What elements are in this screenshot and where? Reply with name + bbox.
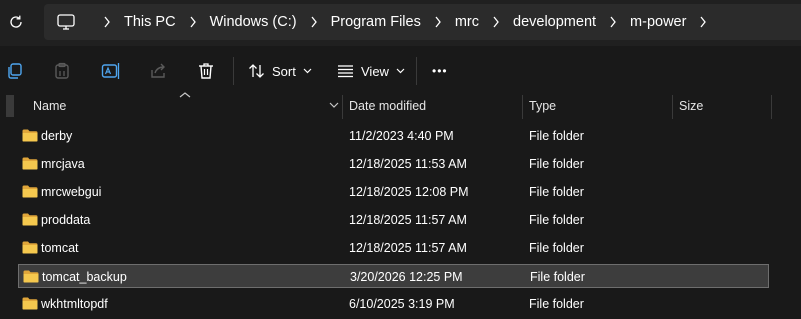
- file-row[interactable]: mrcjava 12/18/2025 11:53 AM File folder: [18, 152, 769, 176]
- column-header-date-label: Date modified: [349, 99, 427, 113]
- share-button[interactable]: [149, 60, 167, 82]
- breadcrumb-program-files[interactable]: Program Files: [331, 14, 421, 30]
- file-row[interactable]: derby 11/2/2023 4:40 PM File folder: [18, 124, 769, 148]
- column-header-name[interactable]: Name: [33, 93, 328, 119]
- column-header-date[interactable]: Date modified: [349, 93, 519, 119]
- chevron-right-icon[interactable]: [431, 15, 445, 29]
- chevron-right-icon[interactable]: [606, 15, 620, 29]
- breadcrumb-development[interactable]: development: [513, 14, 596, 30]
- scrollbar-handle[interactable]: [6, 95, 14, 117]
- chevron-right-icon[interactable]: [186, 15, 200, 29]
- folder-icon: [22, 213, 38, 226]
- breadcrumb-windows-c[interactable]: Windows (C:): [210, 14, 297, 30]
- file-date-modified: 12/18/2025 11:57 AM: [349, 213, 467, 227]
- toolbar-divider: [416, 57, 417, 85]
- folder-icon: [22, 185, 38, 198]
- file-name: proddata: [41, 213, 91, 227]
- paste-button[interactable]: [53, 60, 71, 82]
- file-date-modified: 12/18/2025 12:08 PM: [349, 185, 469, 199]
- folder-icon: [22, 241, 38, 254]
- file-name: tomcat: [41, 241, 79, 255]
- breadcrumb[interactable]: This PC Windows (C:) Program Files mrc d…: [44, 4, 801, 40]
- toolbar-divider: [233, 57, 234, 85]
- folder-icon: [22, 129, 38, 142]
- file-name: mrcjava: [41, 157, 85, 171]
- file-row[interactable]: tomcat_backup 3/20/2026 12:25 PM File fold…: [18, 264, 769, 288]
- file-row[interactable]: mrcwebgui 12/18/2025 12:08 PM File folder: [18, 180, 769, 204]
- file-type: File folder: [529, 297, 584, 311]
- view-icon: [338, 65, 353, 78]
- file-name: derby: [41, 129, 73, 143]
- copy-icon: [8, 63, 22, 79]
- sort-label: Sort: [272, 63, 296, 79]
- file-date-modified: 12/18/2025 11:57 AM: [349, 241, 467, 255]
- chevron-right-icon[interactable]: [100, 15, 114, 29]
- rename-icon: [101, 63, 120, 79]
- file-type: File folder: [529, 241, 584, 255]
- chevron-down-icon: [396, 68, 405, 74]
- chevron-down-icon: [303, 68, 312, 74]
- file-type: File folder: [529, 129, 584, 143]
- command-bar: Sort View •••: [0, 48, 801, 94]
- file-row[interactable]: tomcat 12/18/2025 11:57 AM File folder: [18, 236, 769, 260]
- chevron-down-icon[interactable]: [328, 99, 340, 111]
- column-header-size[interactable]: Size: [679, 93, 769, 119]
- file-row[interactable]: proddata 12/18/2025 11:57 AM File folder: [18, 208, 769, 232]
- refresh-icon: [10, 15, 22, 28]
- paste-icon: [55, 62, 69, 79]
- file-date-modified: 3/20/2026 12:25 PM: [350, 270, 463, 284]
- column-header-name-label: Name: [33, 99, 67, 113]
- file-date-modified: 11/2/2023 4:40 PM: [349, 129, 454, 143]
- file-name: tomcat_backup: [42, 270, 127, 284]
- more-icon: •••: [432, 64, 448, 78]
- breadcrumb-this-pc[interactable]: This PC: [124, 14, 176, 30]
- file-row[interactable]: wkhtmltopdf 6/10/2025 3:19 PM File folder: [18, 292, 769, 316]
- file-type: File folder: [529, 185, 584, 199]
- folder-icon: [23, 270, 39, 283]
- column-divider[interactable]: [522, 95, 523, 119]
- file-type: File folder: [529, 157, 584, 171]
- delete-button[interactable]: [197, 60, 215, 82]
- chevron-right-icon[interactable]: [696, 15, 710, 29]
- refresh-button[interactable]: [6, 12, 26, 32]
- sort-button[interactable]: Sort: [248, 60, 312, 82]
- file-type: File folder: [529, 213, 584, 227]
- view-button[interactable]: View: [337, 60, 405, 82]
- share-icon: [151, 63, 165, 78]
- sort-icon: [249, 64, 264, 78]
- column-divider[interactable]: [342, 95, 343, 119]
- copy-button[interactable]: [6, 60, 24, 82]
- file-type: File folder: [530, 270, 585, 284]
- more-options-button[interactable]: •••: [432, 60, 448, 82]
- column-divider[interactable]: [771, 95, 772, 119]
- file-name: mrcwebgui: [41, 185, 102, 199]
- column-header-type-label: Type: [529, 99, 557, 113]
- breadcrumb-m-power[interactable]: m-power: [630, 14, 686, 30]
- chevron-right-icon[interactable]: [489, 15, 503, 29]
- file-date-modified: 6/10/2025 3:19 PM: [349, 297, 455, 311]
- this-pc-icon[interactable]: [56, 13, 76, 31]
- chevron-right-icon[interactable]: [307, 15, 321, 29]
- address-row: This PC Windows (C:) Program Files mrc d…: [0, 0, 801, 46]
- view-label: View: [361, 63, 389, 79]
- breadcrumb-mrc[interactable]: mrc: [455, 14, 479, 30]
- column-header-size-label: Size: [679, 99, 704, 113]
- column-divider[interactable]: [672, 95, 673, 119]
- folder-icon: [22, 157, 38, 170]
- folder-icon: [22, 297, 38, 310]
- column-header-row: Name Date modified Type Size: [0, 92, 801, 119]
- rename-button[interactable]: [101, 60, 121, 82]
- file-date-modified: 12/18/2025 11:53 AM: [349, 157, 467, 171]
- file-name: wkhtmltopdf: [41, 297, 108, 311]
- trash-icon: [199, 63, 213, 79]
- column-header-type[interactable]: Type: [529, 93, 669, 119]
